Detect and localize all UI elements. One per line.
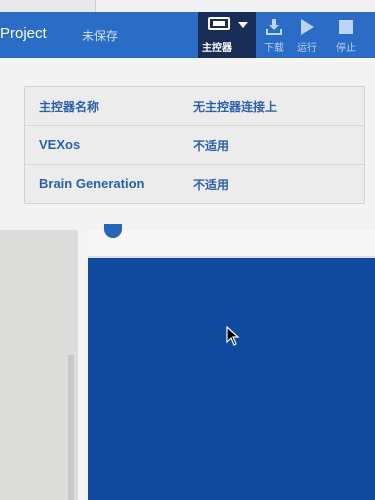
brain-button-label: 主控器 <box>202 43 232 54</box>
brain-info-table: 主控器名称 无主控器连接上 VEXos 不适用 Brain Generation… <box>24 86 365 204</box>
stop-button[interactable]: 停止 <box>327 12 365 58</box>
brain-icon <box>208 17 230 30</box>
row-value: 不适用 <box>193 178 230 192</box>
run-label: 运行 <box>297 43 317 54</box>
row-key: Brain Generation <box>39 176 145 191</box>
workspace-header <box>88 224 375 258</box>
play-icon <box>299 17 315 37</box>
brain-info-panel: 主控器名称 无主控器连接上 VEXos 不适用 Brain Generation… <box>0 58 375 230</box>
row-value: 无主控器连接上 <box>193 100 278 114</box>
project-title[interactable]: Project <box>0 25 47 42</box>
divider <box>78 230 88 500</box>
table-row: Brain Generation 不适用 <box>25 165 364 203</box>
table-row: 主控器名称 无主控器连接上 <box>25 87 364 126</box>
scrollbar[interactable] <box>68 355 74 500</box>
code-workspace[interactable] <box>88 258 375 500</box>
table-row: VEXos 不适用 <box>25 126 364 165</box>
download-icon <box>265 17 283 37</box>
row-key: 主控器名称 <box>39 100 100 114</box>
save-status: 未保存 <box>82 29 119 43</box>
side-panel <box>0 230 78 500</box>
run-button[interactable]: 运行 <box>288 12 326 58</box>
browser-tab[interactable] <box>0 0 96 12</box>
mouse-cursor-icon <box>226 325 240 350</box>
stop-label: 停止 <box>336 43 356 54</box>
row-value: 不适用 <box>193 139 230 153</box>
stop-icon <box>338 17 354 37</box>
brain-button[interactable]: 主控器 <box>198 12 256 58</box>
caret-down-icon <box>238 22 248 28</box>
row-key: VEXos <box>39 137 81 152</box>
download-label: 下载 <box>264 43 284 54</box>
browser-top-strip <box>0 0 375 12</box>
block-tab[interactable] <box>104 224 122 238</box>
toolbar: Project 未保存 主控器 下载 运行 停止 <box>0 12 375 58</box>
